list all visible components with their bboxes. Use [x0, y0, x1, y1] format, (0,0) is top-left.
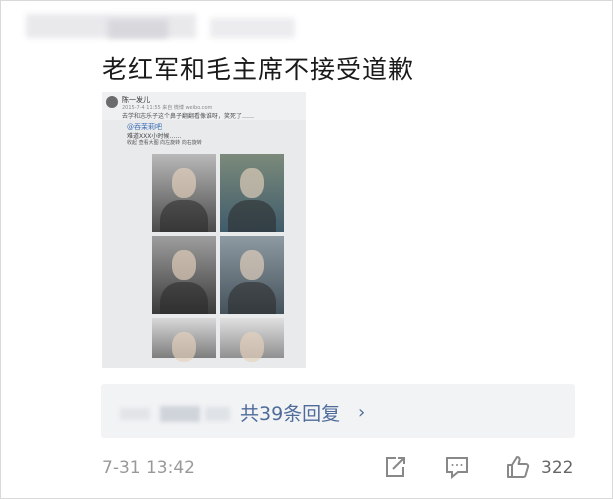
blurred-reply-preview [120, 404, 230, 424]
embedded-actions: 收起 查看大图 向左旋转 向右旋转 [127, 140, 202, 146]
portrait-photo-2 [220, 154, 284, 232]
thumbs-up-icon[interactable] [505, 454, 531, 480]
blurred-username [20, 8, 305, 50]
portrait-photo-3 [152, 236, 216, 314]
portrait-photo-5 [152, 318, 216, 362]
repost-icon[interactable] [382, 454, 408, 480]
embedded-meta: 2015-7-4 11:55 来自 微博 weibo.com [122, 105, 213, 111]
view-replies-link[interactable]: 共39条回复 [240, 399, 340, 426]
comment-icon[interactable] [444, 454, 470, 480]
post-timestamp: 7-31 13:42 [102, 458, 195, 478]
portrait-photo-6 [220, 318, 284, 362]
embedded-text: 去学和志乐子这个鼻子翻翻看像谁呀，笑死了…… [122, 113, 255, 120]
embedded-screenshot[interactable]: 陈一发儿 2015-7-4 11:55 来自 微博 weibo.com 去学和志… [102, 92, 306, 368]
post-title: 老红军和毛主席不接受道歉 [102, 55, 415, 84]
portrait-photo-4 [220, 236, 284, 314]
portrait-photo-1 [152, 154, 216, 232]
like-count: 322 [541, 458, 574, 478]
chevron-right-icon: › [358, 402, 366, 423]
embedded-avatar [106, 96, 118, 108]
